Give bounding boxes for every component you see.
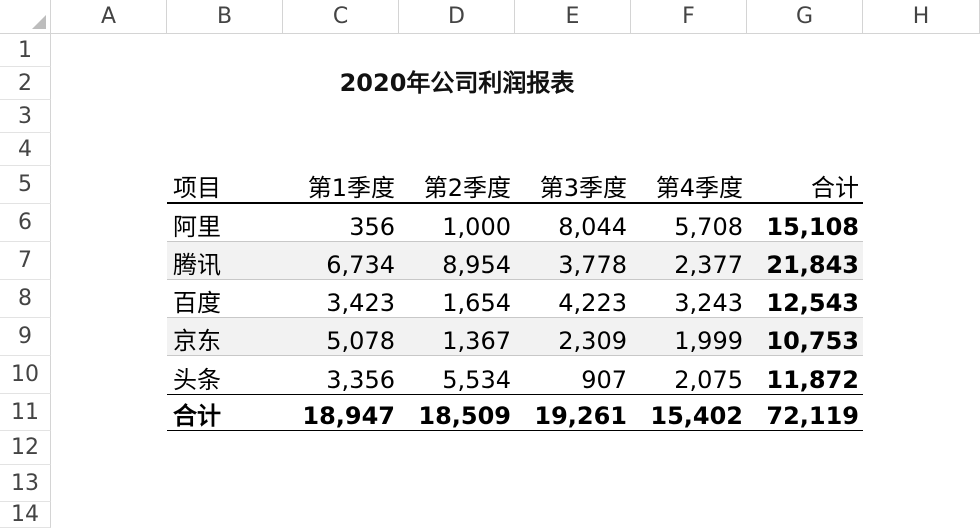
row-header-1[interactable]: 1 (0, 34, 51, 67)
report-title: 2020年公司利润报表 (339, 68, 575, 97)
table-cell[interactable]: 3,423 (283, 280, 399, 318)
row-header-12[interactable]: 12 (0, 431, 51, 465)
select-all-triangle-icon (32, 15, 46, 29)
table-header-cell[interactable]: 第4季度 (631, 166, 747, 204)
table-cell[interactable]: 907 (515, 356, 631, 394)
table-cell[interactable]: 1,654 (399, 280, 515, 318)
table-cell[interactable]: 6,734 (283, 242, 399, 280)
column-header-g[interactable]: G (747, 0, 863, 34)
table-header-cell[interactable]: 合计 (747, 166, 863, 204)
row-header-11[interactable]: 11 (0, 394, 51, 431)
table-cell[interactable]: 1,000 (399, 204, 515, 242)
spreadsheet-grid: A B C D E F G H 1 2 3 4 5 6 7 8 9 10 11 12 13 14 2020年公司利润报表 项目… (0, 0, 980, 528)
table-cell[interactable]: 1,999 (631, 318, 747, 356)
row-header-8[interactable]: 8 (0, 280, 51, 318)
table-cell[interactable]: 10,753 (747, 318, 863, 356)
table-cell[interactable]: 3,243 (631, 280, 747, 318)
table-cell[interactable]: 2,075 (631, 356, 747, 394)
total-row-cell[interactable]: 合计 (167, 394, 283, 431)
select-all-corner[interactable] (0, 0, 51, 34)
table-cell[interactable]: 3,778 (515, 242, 631, 280)
total-row-cell[interactable]: 19,261 (515, 394, 631, 431)
row-header-6[interactable]: 6 (0, 204, 51, 242)
row-header-10[interactable]: 10 (0, 356, 51, 394)
column-header-a[interactable]: A (51, 0, 167, 34)
table-cell[interactable]: 1,367 (399, 318, 515, 356)
column-header-e[interactable]: E (515, 0, 631, 34)
table-cell[interactable]: 21,843 (747, 242, 863, 280)
table-cell[interactable]: 京东 (167, 318, 283, 356)
table-cell[interactable]: 8,044 (515, 204, 631, 242)
total-row-cell[interactable]: 72,119 (747, 394, 863, 431)
table-header-cell[interactable]: 第1季度 (283, 166, 399, 204)
table-cell[interactable]: 5,534 (399, 356, 515, 394)
table-cell[interactable]: 3,356 (283, 356, 399, 394)
table-cell[interactable]: 2,377 (631, 242, 747, 280)
table-cell[interactable]: 15,108 (747, 204, 863, 242)
table-cell[interactable]: 5,708 (631, 204, 747, 242)
table-header-cell[interactable]: 第3季度 (515, 166, 631, 204)
total-row-cell[interactable]: 15,402 (631, 394, 747, 431)
table-header-cell[interactable]: 项目 (167, 166, 283, 204)
row-header-7[interactable]: 7 (0, 242, 51, 280)
column-header-d[interactable]: D (399, 0, 515, 34)
row-header-4[interactable]: 4 (0, 133, 51, 166)
table-cell[interactable]: 5,078 (283, 318, 399, 356)
row-header-3[interactable]: 3 (0, 100, 51, 133)
table-cell[interactable]: 阿里 (167, 204, 283, 242)
column-header-h[interactable]: H (863, 0, 980, 34)
table-cell[interactable]: 百度 (167, 280, 283, 318)
table-cell[interactable]: 356 (283, 204, 399, 242)
row-header-2[interactable]: 2 (0, 67, 51, 100)
column-header-f[interactable]: F (631, 0, 747, 34)
table-cell[interactable]: 2,309 (515, 318, 631, 356)
column-header-b[interactable]: B (167, 0, 283, 34)
table-cell[interactable]: 11,872 (747, 356, 863, 394)
row-header-13[interactable]: 13 (0, 465, 51, 502)
table-cell[interactable]: 8,954 (399, 242, 515, 280)
table-cell[interactable]: 腾讯 (167, 242, 283, 280)
table-cell[interactable]: 4,223 (515, 280, 631, 318)
row-header-9[interactable]: 9 (0, 318, 51, 356)
table-cell[interactable]: 12,543 (747, 280, 863, 318)
column-header-c[interactable]: C (283, 0, 399, 34)
row-header-5[interactable]: 5 (0, 166, 51, 204)
table-header-cell[interactable]: 第2季度 (399, 166, 515, 204)
table-cell[interactable]: 头条 (167, 356, 283, 394)
total-row-cell[interactable]: 18,947 (283, 394, 399, 431)
row-header-14[interactable]: 14 (0, 502, 51, 528)
total-row-cell[interactable]: 18,509 (399, 394, 515, 431)
